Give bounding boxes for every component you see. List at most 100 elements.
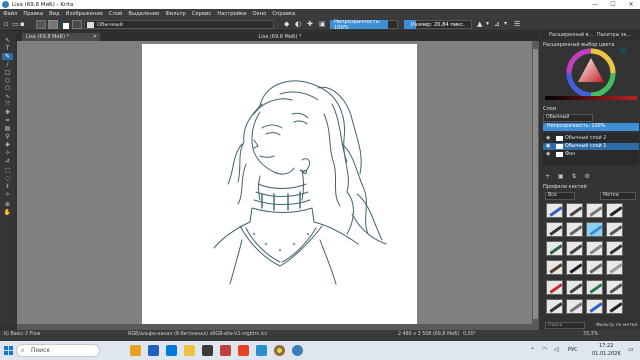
mirror-vertical-icon[interactable]: ⊿ — [494, 20, 500, 29]
rectangle-tool-icon[interactable]: □ — [2, 69, 13, 76]
brush-preset[interactable] — [606, 260, 623, 276]
zoom-tool-icon[interactable]: ⊕ — [2, 201, 13, 208]
menu-view[interactable]: Вид — [49, 11, 60, 17]
layer-row[interactable]: ◉ Фон — [543, 151, 639, 158]
krita-taskbar-icon[interactable] — [292, 345, 303, 356]
layer-row-selected[interactable]: ◉ Обычный слой 1 — [543, 143, 639, 150]
brush-preset[interactable] — [546, 260, 563, 276]
bezier-tool-icon[interactable]: ∿ — [2, 93, 13, 100]
brush-preset[interactable] — [606, 203, 623, 218]
brush-preset[interactable] — [566, 260, 583, 276]
clock-date[interactable]: 01.01.2026 — [592, 351, 621, 357]
brush-preset[interactable] — [586, 260, 603, 276]
taskbar-search-input[interactable]: ⌕ Поиск — [16, 344, 100, 357]
brush-preset[interactable] — [566, 298, 583, 314]
text-tool-icon[interactable]: T — [2, 45, 13, 52]
visibility-eye-icon[interactable]: ◉ — [546, 151, 550, 158]
windows-start-icon[interactable] — [4, 346, 13, 355]
brush-preset[interactable] — [586, 298, 603, 314]
brush-preset[interactable] — [546, 203, 563, 218]
measure-tool-icon[interactable]: ⊿ — [2, 157, 13, 164]
brush-preset-icon[interactable] — [72, 20, 82, 29]
new-document-icon[interactable]: ▫ — [4, 20, 9, 29]
brush-preset[interactable] — [546, 241, 563, 257]
menu-help[interactable]: Справка — [272, 11, 295, 17]
transform-tool-icon[interactable]: ⤧ — [2, 101, 13, 108]
brush-preset[interactable] — [606, 298, 623, 314]
opacity-slider[interactable]: Непрозрачность: 100% — [330, 19, 388, 31]
reset-icon[interactable]: ◐ — [295, 20, 301, 29]
current-color-swatch[interactable] — [620, 48, 626, 54]
maximize-button[interactable]: ☐ — [604, 0, 622, 9]
open-document-icon[interactable]: ▭ — [12, 20, 19, 29]
file-explorer-icon[interactable] — [184, 345, 195, 356]
menu-filter[interactable]: Фильтр — [165, 11, 186, 17]
close-button[interactable]: ✕ — [622, 0, 640, 9]
wrap-icon[interactable]: ▣ — [319, 20, 326, 29]
menu-settings[interactable]: Настройки — [217, 11, 246, 17]
line-tool-icon[interactable]: ∕ — [2, 61, 13, 68]
vertical-scrollbar[interactable] — [532, 41, 539, 324]
color-wheel[interactable] — [566, 48, 616, 98]
menu-layer[interactable]: Слой — [109, 11, 122, 17]
mirror-horizontal-icon[interactable]: ▲ — [477, 20, 482, 29]
blend-mode-select[interactable]: Обычный — [84, 20, 274, 29]
mail-icon[interactable] — [220, 345, 231, 356]
canvas-paper[interactable] — [142, 44, 417, 324]
volume-icon[interactable]: ◁ — [554, 346, 559, 353]
menu-image[interactable]: Изображение — [66, 11, 103, 17]
edge-browser-icon[interactable] — [166, 345, 177, 356]
layers-blend-select[interactable]: Обычный — [543, 114, 593, 122]
workspace-icon[interactable]: ☰ — [514, 20, 520, 29]
chrome-icon[interactable] — [274, 345, 285, 356]
notifications-icon[interactable]: ▭ — [628, 346, 634, 353]
select-shapes-icon[interactable]: ↖ — [2, 37, 13, 44]
layer-row[interactable]: ◉ Обычный слой 2 — [543, 135, 639, 142]
gradient-swatch[interactable] — [36, 20, 46, 29]
store-icon[interactable] — [202, 345, 213, 356]
lasso-select-icon[interactable]: ℓ — [2, 183, 13, 190]
layer-actions-toolbar[interactable]: + ▣ ⇅ ⚙ — [545, 173, 593, 180]
mirror-dropdown-icon[interactable]: ▾ — [486, 20, 489, 29]
filter-by-tag-checkbox[interactable]: Фильтр по метке — [596, 323, 637, 328]
brush-preset[interactable] — [566, 222, 583, 238]
menu-edit[interactable]: Правка — [23, 11, 43, 17]
save-icon[interactable]: ▪ — [20, 20, 25, 29]
brush-preset[interactable] — [606, 241, 623, 257]
menu-window[interactable]: Окно — [253, 11, 267, 17]
brush-preset[interactable] — [566, 203, 583, 218]
document-tab[interactable]: Lisa (69,8 MиБ) * ✕ — [22, 33, 100, 41]
freehand-brush-icon[interactable]: ✎ — [2, 53, 13, 60]
color-bar[interactable] — [545, 96, 637, 100]
brush-preset[interactable] — [606, 222, 623, 238]
task-view-icon[interactable] — [148, 345, 159, 356]
menu-select[interactable]: Выделение — [128, 11, 159, 17]
menu-tools[interactable]: Сервис — [192, 11, 211, 17]
minimize-button[interactable]: — — [586, 0, 604, 9]
language-indicator[interactable]: РУС — [568, 347, 578, 353]
fill-tool-icon[interactable]: ◈ — [2, 141, 13, 148]
brush-tag-select[interactable]: Метка — [600, 192, 636, 200]
crop-tool-icon[interactable]: ⌗ — [2, 117, 13, 124]
brush-preset-selected[interactable] — [586, 222, 603, 238]
network-icon[interactable]: ◠ — [542, 346, 547, 353]
app-icon-widgets[interactable] — [130, 345, 141, 356]
brush-preset[interactable] — [566, 241, 583, 257]
layer-opacity-slider[interactable]: Непрозрачность: 100% — [543, 123, 639, 131]
tray-chevron-icon[interactable]: ⌃ — [530, 347, 535, 354]
visibility-eye-icon[interactable]: ◉ — [546, 135, 550, 142]
brush-preset[interactable] — [586, 241, 603, 257]
menu-file[interactable]: Файл — [3, 11, 17, 17]
ellipse-tool-icon[interactable]: ○ — [2, 77, 13, 84]
eraser-icon[interactable]: ◆ — [284, 20, 289, 29]
assistant-tool-icon[interactable]: ⊹ — [2, 149, 13, 156]
brush-filter-select[interactable]: Все — [545, 192, 575, 200]
magic-wand-icon[interactable]: ✧ — [2, 191, 13, 198]
photos-icon[interactable] — [256, 345, 267, 356]
gradient-tool-icon[interactable]: ▤ — [2, 125, 13, 132]
visibility-eye-icon[interactable]: ◉ — [546, 143, 550, 150]
close-tab-icon[interactable]: ✕ — [93, 33, 97, 41]
status-zoom[interactable]: 33,3% — [583, 332, 598, 337]
move-tool-icon[interactable]: ✥ — [2, 109, 13, 116]
pattern-swatch[interactable] — [48, 20, 58, 29]
